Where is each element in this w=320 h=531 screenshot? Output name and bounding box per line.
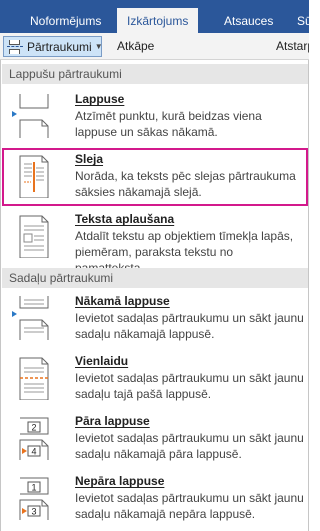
breaks-button-label: Pārtraukumi	[27, 39, 92, 54]
menu-item-continuous[interactable]: Vienlaidu Ievietot sadaļas pārtraukumu u…	[2, 350, 308, 408]
breaks-dropdown-menu: Lappušu pārtraukumi Lappuse Atzīmēt punk…	[0, 60, 309, 531]
menu-item-title: Pāra lappuse	[75, 414, 150, 428]
even-badge-lower: 4	[31, 447, 36, 457]
next-page-icon	[12, 296, 49, 340]
chevron-down-icon: ▼	[94, 42, 103, 51]
menu-item-odd-page[interactable]: 1 3 Nepāra lappuse Ievietot sadaļas pārt…	[2, 470, 308, 530]
odd-badge-lower: 3	[31, 507, 36, 517]
indent-label: Atkāpe	[117, 39, 155, 53]
menu-item-description: Ievietot sadaļas pārtraukumu un sākt jau…	[75, 311, 304, 341]
spacing-label: Atstarp	[276, 39, 309, 53]
menu-item-title: Nepāra lappuse	[75, 474, 165, 488]
even-badge-upper: 2	[31, 423, 36, 433]
breaks-icon	[7, 39, 23, 54]
menu-item-description: Ievietot sadaļas pārtraukumu un sākt jau…	[75, 371, 304, 401]
tab-references[interactable]: Atsauces	[214, 9, 283, 33]
menu-item-next-page[interactable]: Nākamā lappuse Ievietot sadaļas pārtrauk…	[2, 290, 308, 348]
menu-item-description: Atzīmēt punktu, kurā beidzas viena lappu…	[75, 109, 262, 139]
odd-badge-upper: 1	[31, 483, 36, 493]
menu-item-title: Lappuse	[75, 92, 125, 106]
odd-page-icon: 1 3	[19, 477, 49, 520]
section-header-page-breaks: Lappušu pārtraukumi	[2, 64, 308, 84]
menu-item-description: Norāda, ka teksts pēc slejas pārtraukuma…	[75, 169, 296, 199]
menu-item-title: Vienlaidu	[75, 354, 129, 368]
section-header-section-breaks: Sadaļu pārtraukumi	[2, 268, 308, 288]
menu-item-column[interactable]: Sleja Norāda, ka teksts pēc slejas pārtr…	[2, 148, 308, 206]
column-break-icon	[19, 155, 49, 198]
ribbon-toolbar: Pārtraukumi ▼ Atkāpe Atstarp	[0, 33, 309, 60]
menu-item-title: Sleja	[75, 152, 104, 166]
menu-item-description: Ievietot sadaļas pārtraukumu un sākt jau…	[75, 431, 304, 461]
breaks-button[interactable]: Pārtraukumi ▼	[3, 36, 103, 57]
even-page-icon: 2 4	[19, 417, 49, 460]
menu-item-page[interactable]: Lappuse Atzīmēt punktu, kurā beidzas vie…	[2, 88, 308, 146]
tab-mailings[interactable]: Sū	[287, 9, 309, 33]
page-break-icon	[12, 94, 49, 138]
menu-item-title: Teksta aplaušana	[75, 212, 175, 226]
menu-item-text-wrapping[interactable]: Teksta aplaušana Atdalīt tekstu ap objek…	[2, 208, 308, 275]
menu-item-title: Nākamā lappuse	[75, 294, 170, 308]
text-wrapping-icon	[19, 215, 49, 258]
continuous-icon	[19, 357, 49, 400]
menu-item-even-page[interactable]: 2 4 Pāra lappuse Ievietot sadaļas pārtra…	[2, 410, 308, 468]
menu-item-description: Ievietot sadaļas pārtraukumu un sākt jau…	[75, 491, 304, 521]
ribbon-tab-bar: Noformējums Izkārtojums Atsauces Sū	[0, 0, 309, 33]
tab-design[interactable]: Noformējums	[20, 9, 111, 33]
tab-layout[interactable]: Izkārtojums	[117, 8, 199, 33]
